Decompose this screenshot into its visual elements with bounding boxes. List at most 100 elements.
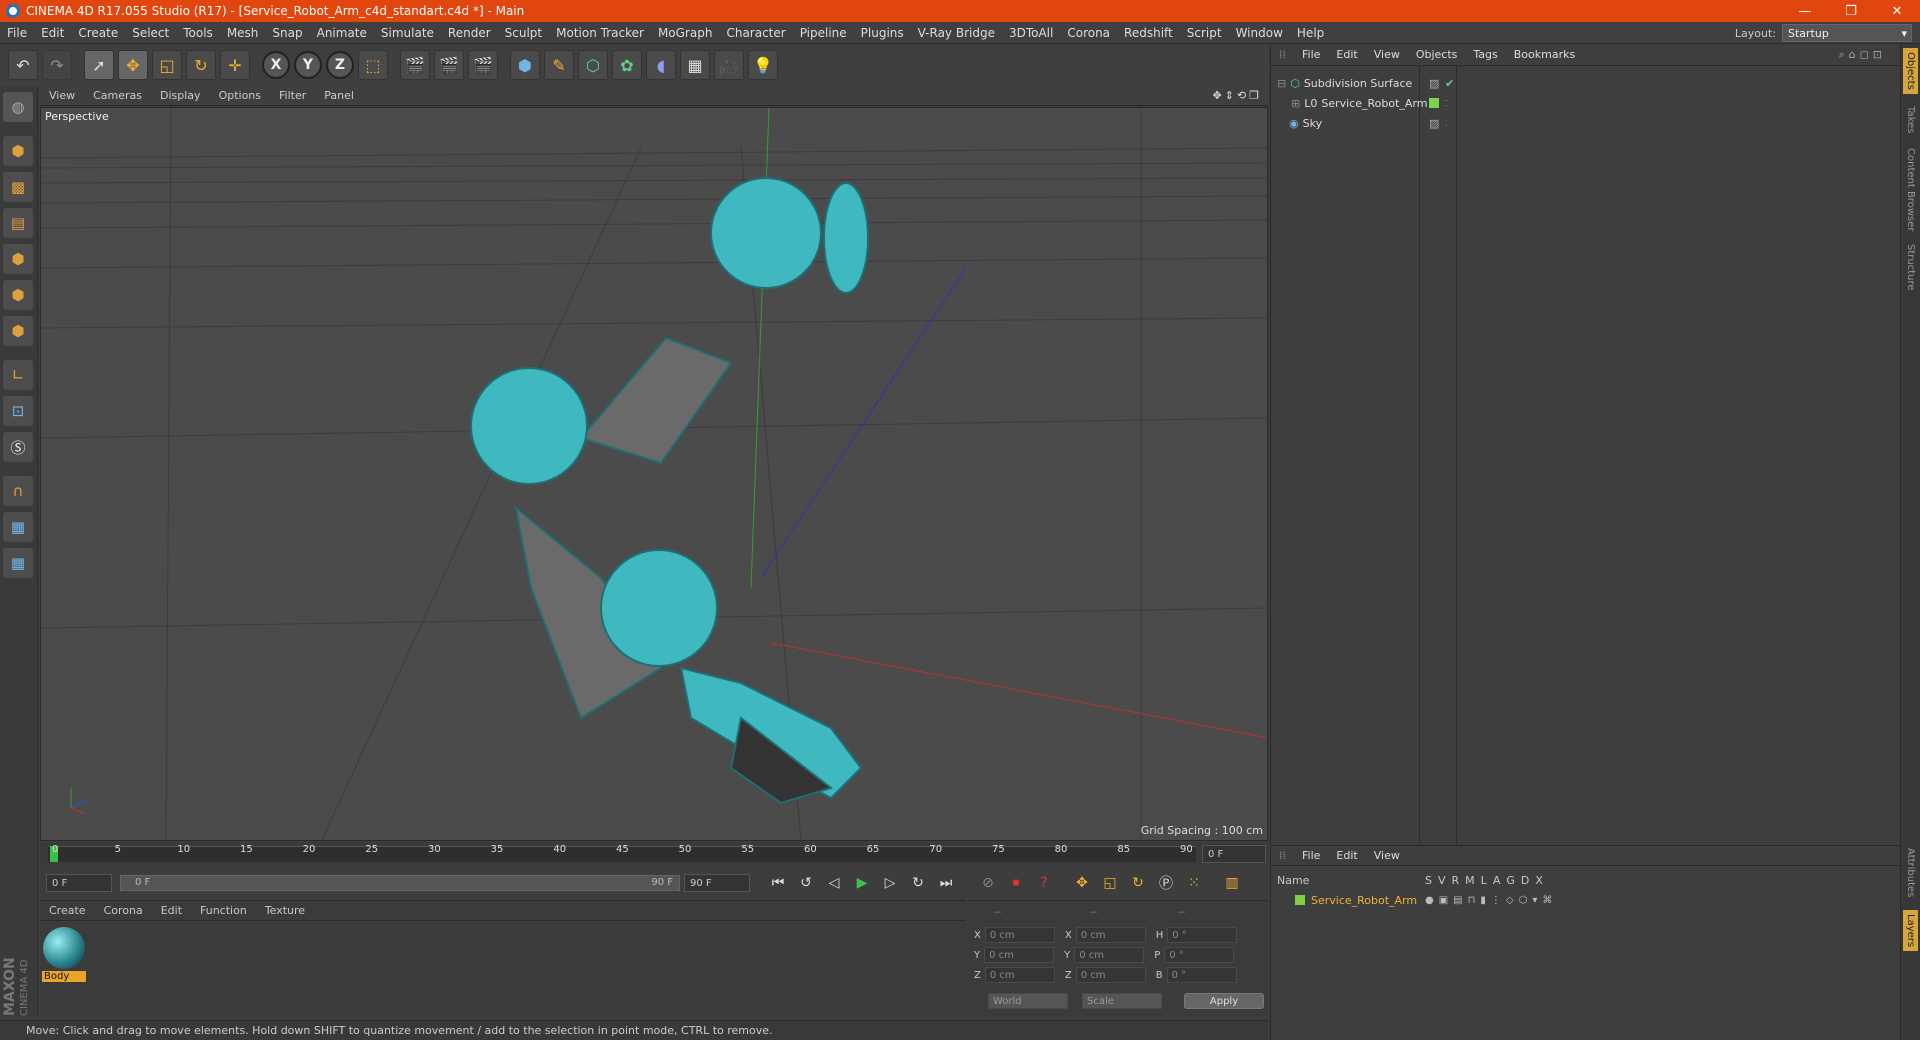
workplane-mode-button[interactable]: ▤ (3, 208, 33, 238)
menu-mesh[interactable]: Mesh (220, 26, 266, 40)
prev-frame-button[interactable]: ◁ (822, 871, 846, 895)
obj-menu-edit[interactable]: Edit (1328, 48, 1365, 61)
record-keys-button[interactable]: ⊘ (976, 871, 1000, 895)
rotation-b-field[interactable]: 0 ° (1166, 967, 1237, 983)
end-frame-field[interactable]: 90 F (684, 874, 750, 892)
layer-row[interactable]: Service_Robot_Arm ●▣▤⊓▮⋮◇⬡▾⌘ (1277, 892, 1889, 908)
undo-button[interactable]: ↶ (8, 50, 38, 80)
key-parameter-button[interactable]: Ⓟ (1154, 871, 1178, 895)
obj-menu-objects[interactable]: Objects (1408, 48, 1466, 61)
redo-button[interactable]: ↷ (42, 50, 72, 80)
tab-attributes[interactable]: Attributes (1903, 844, 1918, 901)
planar-workplane-button[interactable]: ▦ (3, 548, 33, 578)
menu-select[interactable]: Select (125, 26, 176, 40)
menu-corona[interactable]: Corona (1060, 26, 1117, 40)
menu-motion-tracker[interactable]: Motion Tracker (549, 26, 651, 40)
object-row-sky[interactable]: ◉ Sky ▨ ⁚ (1277, 114, 1889, 132)
add-floor-button[interactable]: ▦ (680, 50, 710, 80)
viewport-menu-options[interactable]: Options (210, 89, 270, 102)
close-button[interactable]: ✕ (1874, 0, 1920, 22)
menu-character[interactable]: Character (719, 26, 792, 40)
material-body[interactable]: Body (42, 927, 86, 985)
menu-tools[interactable]: Tools (176, 26, 220, 40)
menu-animate[interactable]: Animate (310, 26, 374, 40)
grip-handle-icon[interactable]: ⁞⁞ (1271, 48, 1294, 61)
tab-content-browser[interactable]: Content Browser (1903, 144, 1918, 235)
grip-handle-icon[interactable]: ⁞⁞ (1271, 849, 1294, 862)
add-cube-button[interactable]: ⬢ (510, 50, 540, 80)
menu-mograph[interactable]: MoGraph (651, 26, 720, 40)
visibility-dots-icon[interactable]: ⁚ (1445, 119, 1448, 128)
z-axis-lock-button[interactable]: Z (326, 51, 354, 79)
viewport-menu-cameras[interactable]: Cameras (84, 89, 151, 102)
prev-key-button[interactable]: ↺ (794, 871, 818, 895)
coordinate-system-button[interactable]: ⬚ (358, 50, 388, 80)
menu-render[interactable]: Render (441, 26, 498, 40)
viewport-menu-filter[interactable]: Filter (270, 89, 315, 102)
menu-redshift[interactable]: Redshift (1117, 26, 1180, 40)
col-r[interactable]: R (1452, 874, 1460, 887)
size-z-field[interactable]: 0 cm (1075, 967, 1146, 983)
rotate-tool-button[interactable]: ↻ (186, 50, 216, 80)
make-editable-button[interactable]: ◍ (3, 92, 33, 122)
minimize-button[interactable]: — (1782, 0, 1828, 22)
current-frame-field[interactable]: 0 F (1202, 845, 1266, 863)
keyframe-selection-button[interactable]: ? (1032, 871, 1056, 895)
viewport-menu-display[interactable]: Display (151, 89, 210, 102)
layer-menu-view[interactable]: View (1366, 849, 1408, 862)
tab-structure[interactable]: Structure (1903, 240, 1918, 295)
viewport-menu-panel[interactable]: Panel (315, 89, 363, 102)
frame-range-slider[interactable]: 0 F 90 F (120, 875, 680, 891)
col-x[interactable]: X (1535, 874, 1543, 887)
add-mograph-button[interactable]: ✿ (612, 50, 642, 80)
layer-color-swatch[interactable] (1295, 895, 1305, 905)
layer-menu-file[interactable]: File (1294, 849, 1328, 862)
add-spline-button[interactable]: ✎ (544, 50, 574, 80)
position-z-field[interactable]: 0 cm (984, 967, 1055, 983)
y-axis-lock-button[interactable]: Y (294, 51, 322, 79)
model-mode-button[interactable]: ⬢ (3, 136, 33, 166)
menu-snap[interactable]: Snap (265, 26, 309, 40)
render-settings-button[interactable]: 🎬 (468, 50, 498, 80)
viewport-menu-view[interactable]: View (40, 89, 84, 102)
obj-menu-bookmarks[interactable]: Bookmarks (1506, 48, 1583, 61)
menu-pipeline[interactable]: Pipeline (793, 26, 854, 40)
axis-mode-button[interactable]: ∟ (3, 360, 33, 390)
rotation-h-field[interactable]: 0 ° (1167, 927, 1238, 943)
key-pla-button[interactable]: ⁙ (1182, 871, 1206, 895)
render-view-button[interactable]: 🎬 (400, 50, 430, 80)
tab-takes[interactable]: Takes (1903, 102, 1918, 137)
timeline-ruler[interactable]: 0 5 10 15 20 25 30 35 40 45 50 55 60 65 70 75 80 85 90 0 F (40, 843, 1268, 865)
recent-tool-button[interactable]: ✛ (220, 50, 250, 80)
col-a[interactable]: A (1493, 874, 1501, 887)
tab-layers[interactable]: Layers (1903, 910, 1918, 952)
size-y-field[interactable]: 0 cm (1074, 947, 1145, 963)
tweak-mode-button[interactable]: ⊡ (3, 396, 33, 426)
col-g[interactable]: G (1506, 874, 1515, 887)
move-tool-button[interactable]: ✥ (118, 50, 148, 80)
next-key-button[interactable]: ↻ (906, 871, 930, 895)
enabled-check-icon[interactable]: ✔ (1445, 77, 1454, 90)
apply-button[interactable]: Apply (1184, 993, 1264, 1009)
col-l[interactable]: L (1481, 874, 1487, 887)
maximize-button[interactable]: ❐ (1828, 0, 1874, 22)
goto-end-button[interactable]: ⏭ (934, 871, 958, 895)
position-x-field[interactable]: 0 cm (984, 927, 1055, 943)
goto-start-button[interactable]: ⏮ (766, 871, 790, 895)
autokey-button[interactable]: ⏺ (1004, 871, 1028, 895)
menu-3dtoall[interactable]: 3DToAll (1002, 26, 1060, 40)
menu-plugins[interactable]: Plugins (854, 26, 911, 40)
coord-mode-select[interactable]: Scale (1082, 993, 1162, 1009)
expand-icon[interactable]: ⊞ (1291, 97, 1300, 110)
perspective-viewport[interactable]: Perspective Grid Spacing : 100 cm (40, 107, 1268, 841)
lock-workplane-button[interactable]: ▦ (3, 512, 33, 542)
tab-objects[interactable]: Objects (1903, 48, 1918, 94)
mat-menu-function[interactable]: Function (191, 904, 256, 917)
timeline-window-button[interactable]: ▥ (1220, 871, 1244, 895)
object-row-subdivision[interactable]: ⊟ ⬡ Subdivision Surface ▨ ✔ (1277, 74, 1889, 92)
render-picture-viewer-button[interactable]: 🎬 (434, 50, 464, 80)
add-deformer-button[interactable]: ◖ (646, 50, 676, 80)
visibility-dots-icon[interactable]: ⁚ (1445, 99, 1448, 108)
mat-menu-corona[interactable]: Corona (95, 904, 152, 917)
menu-window[interactable]: Window (1229, 26, 1290, 40)
